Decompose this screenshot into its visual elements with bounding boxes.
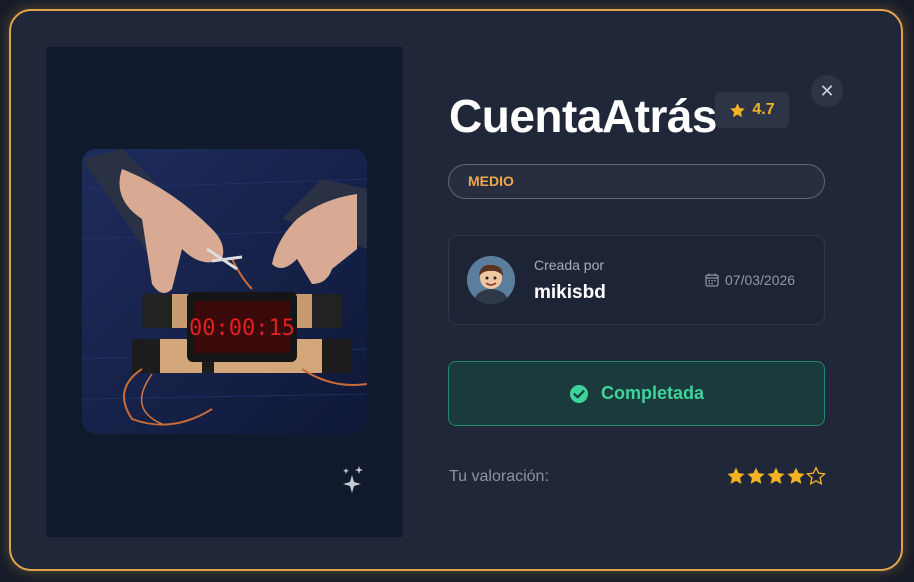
completed-status: Completada <box>448 361 825 426</box>
user-rating-label: Tu valoración: <box>449 468 549 485</box>
star-filled-icon[interactable] <box>726 465 746 487</box>
star-filled-icon[interactable] <box>746 465 766 487</box>
image-panel: 00:00:15 <box>46 47 403 537</box>
close-icon: ✕ <box>819 80 835 101</box>
star-empty-icon[interactable] <box>806 465 826 487</box>
sparkle-icon <box>340 465 366 495</box>
user-rating-stars[interactable] <box>726 465 826 487</box>
creator-info: Creada por mikisbd 07/03/2026 <box>448 235 825 325</box>
creator-name[interactable]: mikisbd <box>534 282 606 304</box>
game-title: CuentaAtrás <box>449 90 718 142</box>
avatar[interactable] <box>467 256 515 304</box>
created-by-label: Creada por <box>534 257 605 273</box>
close-button[interactable]: ✕ <box>811 75 843 107</box>
difficulty-badge: MEDIO <box>448 164 825 199</box>
status-label: Completada <box>600 383 705 403</box>
created-date: 07/03/2026 <box>705 272 795 288</box>
date-text: 07/03/2026 <box>725 272 796 288</box>
star-filled-icon[interactable] <box>766 465 786 487</box>
calendar-icon <box>705 273 719 287</box>
star-filled-icon[interactable] <box>786 465 806 487</box>
rating-badge: 4.7 <box>715 92 789 128</box>
game-cover-image: 00:00:15 <box>82 149 367 434</box>
check-circle-icon <box>569 384 588 403</box>
rating-value: 4.7 <box>752 101 775 118</box>
timer-text: 00:00:15 <box>189 316 295 341</box>
star-icon <box>730 102 746 117</box>
